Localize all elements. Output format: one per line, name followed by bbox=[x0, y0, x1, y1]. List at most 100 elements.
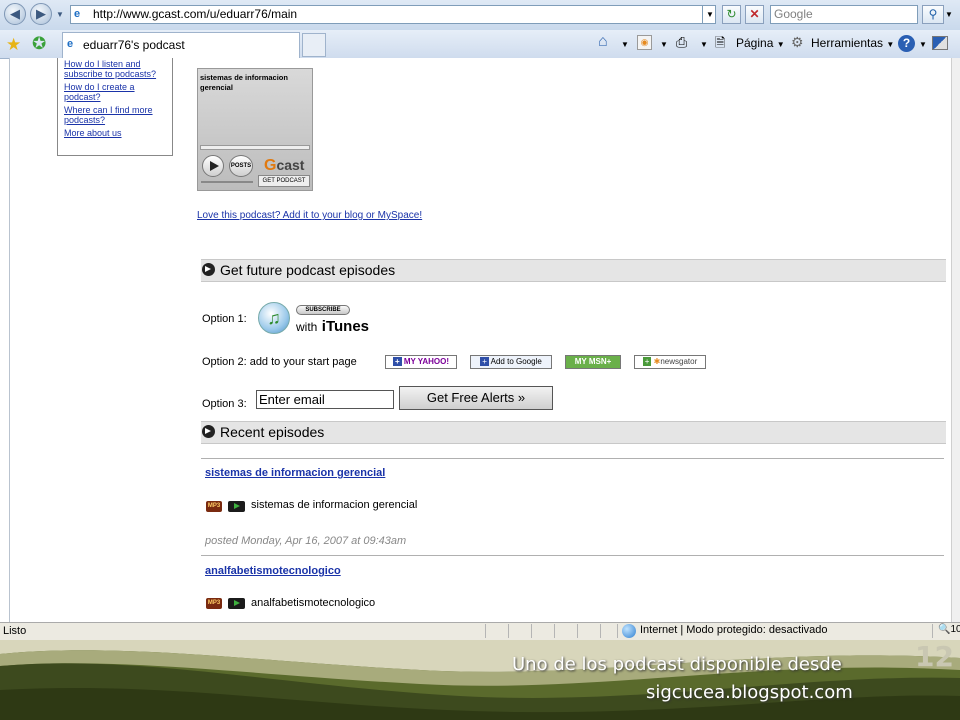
page-menu[interactable]: Página ▼ bbox=[736, 36, 785, 50]
history-dropdown-icon[interactable]: ▼ bbox=[56, 10, 64, 19]
email-input[interactable]: Enter email bbox=[256, 390, 394, 409]
option2-label: Option 2: add to your start page bbox=[202, 356, 357, 368]
status-divider bbox=[600, 624, 601, 638]
status-divider bbox=[531, 624, 532, 638]
status-divider bbox=[617, 624, 618, 638]
player-progress-track[interactable] bbox=[200, 145, 310, 150]
my-yahoo-badge[interactable]: + MY YAHOO! bbox=[385, 355, 457, 369]
episode-play-icon[interactable] bbox=[228, 501, 245, 512]
episode-divider bbox=[201, 458, 944, 459]
status-divider bbox=[554, 624, 555, 638]
gear-icon: ⚙ bbox=[791, 34, 804, 50]
episode-title-1[interactable]: sistemas de informacion gerencial bbox=[205, 467, 385, 479]
page-menu-chevron-down-icon: ▼ bbox=[776, 40, 785, 49]
footer-wave-graphic bbox=[0, 640, 960, 720]
back-arrow-icon: ◀ bbox=[10, 6, 20, 21]
research-icon[interactable] bbox=[932, 36, 948, 50]
ie-page-icon: e bbox=[74, 8, 81, 20]
itunes-brand[interactable]: with iTunes bbox=[296, 318, 369, 336]
url-field[interactable]: http://www.gcast.com/u/eduarr76/main bbox=[70, 5, 716, 24]
itunes-music-icon[interactable]: ♫ bbox=[258, 302, 290, 334]
print-icon[interactable]: ⎙ bbox=[676, 34, 687, 51]
get-free-alerts-button[interactable]: Get Free Alerts » bbox=[399, 386, 553, 410]
play-button[interactable] bbox=[202, 155, 224, 177]
episode-desc-1: sistemas de informacion gerencial bbox=[251, 499, 418, 511]
globe-icon bbox=[622, 624, 636, 638]
section-arrow-icon bbox=[202, 263, 215, 276]
add-to-google-badge[interactable]: + Add to Google bbox=[470, 355, 552, 369]
podcast-player-widget[interactable]: sistemas de informacion gerencial POSTS … bbox=[197, 68, 313, 191]
zoom-level[interactable]: 🔍100% bbox=[938, 624, 960, 635]
episode-desc-2: analfabetismotecnologico bbox=[251, 597, 376, 609]
help-link-create[interactable]: How do I create a podcast? bbox=[64, 82, 166, 102]
print-dropdown-icon[interactable]: ▼ bbox=[700, 40, 708, 49]
search-button[interactable]: ⚲ bbox=[922, 5, 944, 24]
page-icon: 🗎 bbox=[715, 35, 726, 50]
episode-play-icon[interactable] bbox=[228, 598, 245, 609]
newsgator-badge[interactable]: + ✱newsgator bbox=[634, 355, 706, 369]
love-podcast-link[interactable]: Love this podcast? Add it to your blog o… bbox=[197, 210, 422, 221]
favorites-star-icon[interactable]: ★ bbox=[6, 35, 21, 55]
section-arrow-icon bbox=[202, 425, 215, 438]
search-input[interactable]: Google bbox=[770, 5, 918, 24]
section-recent-episodes: Recent episodes bbox=[201, 421, 946, 444]
itunes-subscribe-label: SUBSCRIBE bbox=[305, 307, 341, 313]
home-dropdown-icon[interactable]: ▼ bbox=[621, 40, 629, 49]
help-dropdown-icon[interactable]: ▼ bbox=[919, 40, 927, 49]
status-divider bbox=[485, 624, 486, 638]
help-link-listen[interactable]: How do I listen and subscribe to podcast… bbox=[64, 59, 166, 79]
url-dropdown-icon[interactable]: ▼ bbox=[702, 6, 717, 23]
status-text: Listo bbox=[3, 625, 27, 637]
home-icon[interactable]: ⌂ bbox=[598, 33, 608, 51]
my-msn-label: MY MSN+ bbox=[574, 357, 612, 366]
add-to-google-label: Add to Google bbox=[490, 357, 542, 366]
get-podcast-label: GET PODCAST bbox=[262, 178, 306, 184]
refresh-icon: ↻ bbox=[726, 7, 737, 21]
tools-menu[interactable]: Herramientas ▼ bbox=[811, 36, 894, 50]
volume-slider[interactable] bbox=[201, 181, 253, 183]
posts-label: POSTS bbox=[230, 163, 252, 169]
section-future-title: Get future podcast episodes bbox=[220, 262, 396, 278]
forward-arrow-icon: ▶ bbox=[36, 6, 46, 21]
my-yahoo-label: MY YAHOO! bbox=[403, 357, 450, 366]
itunes-subscribe-button[interactable]: SUBSCRIBE bbox=[296, 305, 350, 315]
player-title: sistemas de informacion gerencial bbox=[200, 73, 288, 92]
status-divider bbox=[508, 624, 509, 638]
get-podcast-button[interactable]: GET PODCAST bbox=[258, 175, 310, 187]
newsgator-label: newsgator bbox=[660, 357, 698, 366]
refresh-button[interactable]: ↻ bbox=[722, 5, 741, 24]
posts-button[interactable]: POSTS bbox=[229, 155, 253, 177]
back-button[interactable]: ◀ bbox=[4, 3, 26, 25]
mp3-icon[interactable]: MP3 bbox=[206, 501, 222, 512]
episode-title-2[interactable]: analfabetismotecnologico bbox=[205, 565, 341, 577]
stop-button[interactable]: ✕ bbox=[745, 5, 764, 24]
help-icon[interactable]: ? bbox=[898, 35, 915, 52]
feeds-dropdown-icon[interactable]: ▼ bbox=[660, 40, 668, 49]
tab-eduarr76-podcast[interactable]: eduarr76's podcast bbox=[62, 32, 300, 58]
tools-menu-chevron-down-icon: ▼ bbox=[886, 40, 895, 49]
help-link-find[interactable]: Where can I find more podcasts? bbox=[64, 105, 166, 125]
mp3-icon[interactable]: MP3 bbox=[206, 598, 222, 609]
security-zone-text[interactable]: Internet | Modo protegido: desactivado bbox=[640, 624, 828, 636]
slide-footer bbox=[0, 640, 960, 720]
option3-label: Option 3: bbox=[202, 398, 247, 410]
zoom-icon: 🔍 bbox=[938, 624, 951, 635]
my-msn-badge[interactable]: MY MSN+ bbox=[565, 355, 621, 369]
slide-number: 12 bbox=[915, 640, 954, 673]
stop-icon: ✕ bbox=[749, 7, 760, 21]
help-link-more[interactable]: More about us bbox=[64, 128, 166, 139]
tab-ie-icon: e bbox=[67, 38, 74, 50]
status-divider bbox=[932, 624, 933, 638]
help-links-panel: How do I listen and subscribe to podcast… bbox=[57, 58, 173, 156]
gcast-logo: Gcast bbox=[264, 157, 305, 174]
forward-button[interactable]: ▶ bbox=[30, 3, 52, 25]
vertical-scrollbar[interactable] bbox=[951, 58, 960, 622]
episode-date-1: posted Monday, Apr 16, 2007 at 09:43am bbox=[205, 535, 407, 547]
feeds-icon[interactable]: ◉ bbox=[637, 35, 652, 50]
slide-caption-line1: Uno de los podcast disponible desde bbox=[512, 654, 842, 675]
new-tab-button[interactable] bbox=[302, 33, 326, 57]
option1-label: Option 1: bbox=[202, 313, 247, 325]
search-options-icon[interactable]: ▼ bbox=[945, 10, 953, 19]
add-favorite-icon[interactable]: ✪ bbox=[32, 34, 46, 54]
itunes-name: iTunes bbox=[321, 318, 370, 335]
